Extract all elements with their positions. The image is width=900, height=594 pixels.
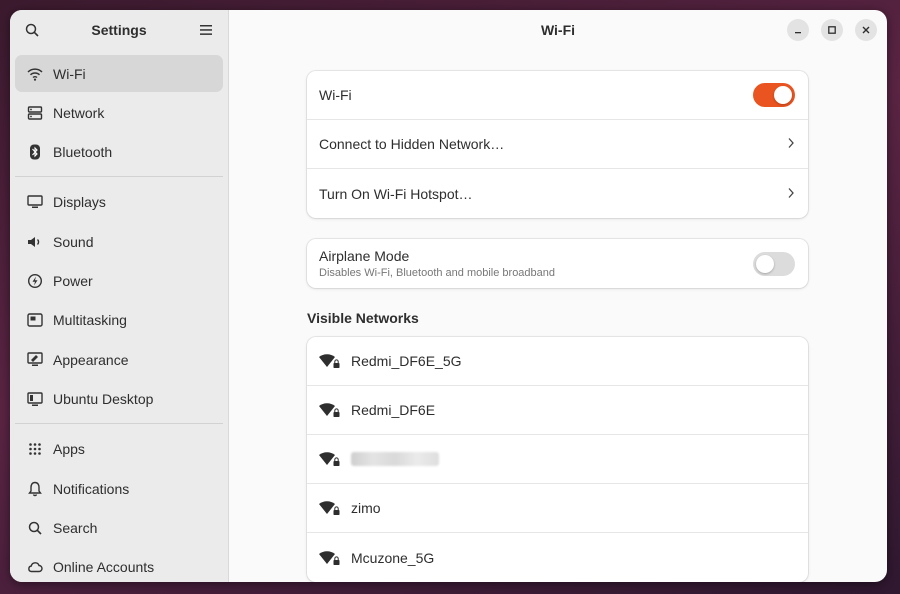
network-name: Mcuzone_5G [351, 549, 435, 566]
hidden-network-row[interactable]: Connect to Hidden Network… [307, 120, 808, 169]
sidebar-item-label: Notifications [53, 480, 130, 497]
sidebar-header: Settings [10, 10, 228, 50]
airplane-card: Airplane Mode Disables Wi-Fi, Bluetooth … [307, 239, 808, 288]
airplane-mode-toggle[interactable] [753, 251, 795, 276]
wifi-secure-icon [319, 353, 341, 369]
power-icon [27, 273, 43, 289]
sidebar-item-label: Sound [53, 233, 94, 250]
sidebar-item-label: Power [53, 273, 93, 290]
sidebar-item-ubuntu-desktop[interactable]: Ubuntu Desktop [15, 381, 223, 418]
minimize-button[interactable] [787, 19, 809, 41]
close-button[interactable] [855, 19, 877, 41]
ubuntu-desktop-icon [27, 391, 43, 407]
page-title: Wi-Fi [540, 22, 576, 38]
network-name: Redmi_DF6E_5G [351, 353, 462, 369]
content-pane: Wi-Fi Wi-Fi Connect to Hidden Network… T… [229, 10, 887, 582]
sidebar-item-label: Ubuntu Desktop [53, 391, 154, 408]
sidebar-divider [15, 175, 223, 177]
sidebar-item-sound[interactable]: Sound [15, 223, 223, 260]
sidebar-item-label: Appearance [53, 351, 129, 368]
sidebar-item-displays[interactable]: Displays [15, 184, 223, 221]
sidebar-item-bluetooth[interactable]: Bluetooth [15, 134, 223, 171]
sidebar-item-wifi[interactable]: Wi-Fi [15, 55, 223, 92]
wifi-secure-icon [319, 550, 341, 566]
speaker-icon [27, 234, 43, 250]
airplane-mode-description: Disables Wi-Fi, Bluetooth and mobile bro… [319, 267, 556, 279]
hotspot-label: Turn On Wi-Fi Hotspot… [319, 185, 473, 202]
network-row[interactable]: Redmi_DF6E_5G [307, 337, 808, 386]
hidden-network-label: Connect to Hidden Network… [319, 136, 505, 152]
apps-grid-icon [27, 441, 43, 457]
wifi-card: Wi-Fi Connect to Hidden Network… Turn On… [307, 71, 808, 218]
network-row[interactable] [307, 435, 808, 484]
sidebar-item-multitasking[interactable]: Multitasking [15, 302, 223, 339]
obscured-network-name [351, 452, 439, 466]
hamburger-menu-icon[interactable] [198, 22, 214, 38]
cloud-icon [27, 559, 43, 575]
wifi-icon [27, 66, 43, 82]
hotspot-row[interactable]: Turn On Wi-Fi Hotspot… [307, 169, 808, 218]
bell-icon [27, 481, 43, 497]
network-row[interactable]: Redmi_DF6E [307, 386, 808, 435]
network-row[interactable]: Mcuzone_5G [307, 533, 808, 582]
wifi-secure-icon [319, 500, 341, 516]
wifi-settings-panel: Wi-Fi Connect to Hidden Network… Turn On… [307, 71, 808, 582]
display-icon [27, 194, 43, 210]
sidebar-item-label: Online Accounts [53, 559, 155, 576]
network-name: Redmi_DF6E [351, 402, 436, 418]
sidebar: Settings Wi-Fi Network Bluetooth Display… [10, 10, 229, 582]
sidebar-item-label: Search [53, 520, 98, 537]
sidebar-item-apps[interactable]: Apps [15, 431, 223, 468]
appearance-icon [27, 352, 43, 368]
wifi-secure-icon [319, 402, 341, 418]
network-row[interactable]: zimo [307, 484, 808, 533]
sidebar-item-label: Apps [53, 441, 85, 458]
airplane-mode-row[interactable]: Airplane Mode Disables Wi-Fi, Bluetooth … [307, 239, 808, 288]
toggle-knob [756, 254, 774, 273]
bluetooth-icon [27, 144, 43, 160]
sidebar-item-label: Displays [53, 194, 106, 211]
multitasking-icon [27, 312, 43, 328]
sidebar-item-label: Bluetooth [53, 144, 113, 161]
sidebar-item-label: Network [53, 104, 105, 121]
network-icon [27, 105, 43, 121]
wifi-secure-icon [319, 451, 341, 467]
network-name: zimo [351, 500, 381, 516]
maximize-button[interactable] [821, 19, 843, 41]
sidebar-item-label: Wi-Fi [53, 65, 86, 82]
sidebar-item-network[interactable]: Network [15, 94, 223, 131]
chevron-right-icon [787, 186, 795, 202]
header-bar: Wi-Fi [229, 10, 887, 50]
sidebar-item-notifications[interactable]: Notifications [15, 470, 223, 507]
sidebar-title: Settings [91, 22, 147, 38]
toggle-knob [774, 86, 792, 104]
wifi-label: Wi-Fi [319, 87, 352, 103]
search-icon [27, 520, 43, 536]
sidebar-item-label: Multitasking [53, 312, 127, 329]
visible-networks-list: Redmi_DF6E_5G Redmi_DF6E zimo Mcuzone_5G [307, 337, 808, 582]
wifi-toggle[interactable] [753, 83, 795, 107]
sidebar-divider [15, 422, 223, 424]
close-icon [862, 26, 870, 34]
maximize-icon [828, 26, 836, 34]
sidebar-item-online-accounts[interactable]: Online Accounts [15, 549, 223, 582]
sidebar-item-power[interactable]: Power [15, 263, 223, 300]
search-icon[interactable] [24, 22, 40, 38]
chevron-right-icon [787, 136, 795, 152]
visible-networks-title: Visible Networks [307, 310, 419, 326]
wifi-toggle-row[interactable]: Wi-Fi [307, 71, 808, 120]
settings-window: Settings Wi-Fi Network Bluetooth Display… [10, 10, 887, 582]
sidebar-item-search[interactable]: Search [15, 510, 223, 547]
airplane-mode-label: Airplane Mode [319, 248, 410, 264]
sidebar-item-appearance[interactable]: Appearance [15, 341, 223, 378]
minimize-icon [795, 32, 801, 34]
